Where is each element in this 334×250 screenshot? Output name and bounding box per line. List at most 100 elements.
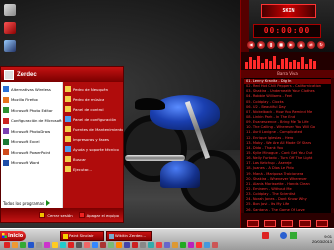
quick-launch-icon[interactable] (68, 242, 74, 248)
quick-launch-icon[interactable] (12, 242, 18, 248)
quick-launch-icon[interactable] (212, 242, 218, 248)
start-button[interactable]: Inicio (0, 231, 26, 241)
left-item[interactable]: Configuración de Microsoft (1, 116, 62, 127)
start-menu-places: Pedro de Neuquén Pedro de música Panel de … (62, 82, 123, 208)
left-item-label: Microsoft Excel (11, 139, 40, 145)
left-item-icon (3, 117, 9, 124)
right-item-icon (65, 116, 71, 122)
tray-red-icon[interactable] (262, 232, 269, 239)
task-button-1[interactable]: Paint Sinclair (60, 231, 104, 241)
playlist-track[interactable]: 26. Santana - The Game Of Love (244, 208, 331, 213)
left-item[interactable]: Alternativas Wireless (1, 84, 62, 95)
quick-launch-icon[interactable] (156, 242, 162, 248)
right-item[interactable]: Fuentes de Mantenimiento (63, 124, 123, 134)
task-button-2[interactable]: Wikitin Zerdec... (106, 231, 152, 241)
taskbar: Inicio Paint Sinclair Wikitin Zerdec... … (0, 228, 334, 250)
right-item[interactable]: Ejecutar... (63, 164, 123, 174)
playlist[interactable]: 01. Lenny Kravitz - Dig In 02. Red Hot Ch… (244, 78, 331, 213)
right-item[interactable]: Pedro de música (63, 94, 123, 104)
playlist-list-button[interactable] (316, 219, 329, 227)
quick-launch-icon[interactable] (60, 242, 66, 248)
prev-button[interactable]: ◀ (247, 41, 255, 49)
quick-launch-icon[interactable] (196, 242, 202, 248)
start-menu-programs: Alternativas Wireless Mozilla Firefox Micr… (1, 82, 62, 208)
quick-launch-icon[interactable] (108, 242, 114, 248)
right-item[interactable]: Pedro de Neuquén (63, 84, 123, 94)
quick-launch-icon[interactable] (116, 242, 122, 248)
quick-launch-icon[interactable] (20, 242, 26, 248)
next-button[interactable]: ▶ (287, 41, 295, 49)
right-item-label: Ayuda y soporte técnico (73, 146, 119, 152)
right-item[interactable]: Buscar (63, 154, 123, 164)
left-item-icon (3, 128, 9, 135)
quick-launch-icon[interactable] (4, 242, 10, 248)
quick-launch-icon[interactable] (148, 242, 154, 248)
play-button[interactable]: ▶ (257, 41, 265, 49)
spectrum-bar (277, 64, 280, 69)
quick-launch-icon[interactable] (180, 242, 186, 248)
left-item-icon (3, 149, 9, 156)
eject-button[interactable]: ▲ (297, 41, 305, 49)
shutdown-button[interactable]: Apagar el equipo (78, 212, 119, 218)
logoff-label: Cerrar sesión (47, 212, 73, 218)
left-item[interactable]: Mozilla Firefox (1, 95, 62, 106)
quick-launch-icon[interactable] (84, 242, 90, 248)
right-item-icon (65, 166, 71, 172)
start-menu-footer: Cerrar sesión Apagar el equipo (1, 208, 123, 222)
left-item-label: Alternativas Wireless (11, 86, 51, 92)
playlist-misc-button[interactable] (298, 219, 311, 227)
tray-network-icon[interactable] (290, 232, 297, 239)
left-item-icon (3, 96, 9, 103)
logoff-button[interactable]: Cerrar sesión (39, 212, 73, 218)
quick-launch-icon[interactable] (76, 242, 82, 248)
playlist-select-button[interactable] (281, 219, 294, 227)
system-clock[interactable]: 9:01 20/03/2013 (312, 234, 332, 244)
left-item[interactable]: Microsoft PhotoDraw (1, 126, 62, 137)
quick-launch-icon[interactable] (172, 242, 178, 248)
right-item-icon (65, 156, 71, 162)
quick-launch-icon[interactable] (124, 242, 130, 248)
playlist-remove-button[interactable] (264, 219, 277, 227)
desktop-icon-2[interactable] (4, 22, 16, 34)
quick-launch-icon[interactable] (188, 242, 194, 248)
quick-launch-icon[interactable] (52, 242, 58, 248)
shuffle-button[interactable]: ⇄ (307, 41, 315, 49)
desktop-icon-1[interactable] (4, 4, 16, 16)
desktop-icon-3[interactable] (4, 40, 16, 52)
quick-launch-icon[interactable] (204, 242, 210, 248)
left-item[interactable]: Microsoft PowerPoint (1, 147, 62, 158)
quick-launch-icon[interactable] (164, 242, 170, 248)
quick-launch-icon[interactable] (44, 242, 50, 248)
right-item[interactable]: Ayuda y soporte técnico (63, 144, 123, 154)
all-programs-button[interactable]: Todos los programas (3, 200, 51, 206)
quick-launch-icon[interactable] (92, 242, 98, 248)
quick-launch-icon[interactable] (36, 242, 42, 248)
left-item[interactable]: Microsoft Photo Editor (1, 105, 62, 116)
left-item-label: Microsoft Word (11, 160, 40, 166)
right-item-label: Panel de control (73, 106, 104, 112)
left-item[interactable]: Microsoft Word (1, 158, 62, 169)
repeat-button[interactable]: ↻ (317, 41, 325, 49)
right-item-icon (65, 86, 71, 92)
quick-launch-icon[interactable] (132, 242, 138, 248)
playlist-add-button[interactable] (246, 219, 259, 227)
clock-date: 20/03/2013 (311, 239, 332, 244)
right-item-label: Buscar (73, 156, 86, 162)
player-transport: ◀ ▶ ❚ ■ ▶ ▲ ⇄ ↻ (247, 41, 325, 49)
right-item[interactable]: Impresoras y faxes (63, 134, 123, 144)
spectrum-bar (301, 57, 304, 69)
tray-volume-icon[interactable] (280, 232, 287, 239)
quick-launch-icon[interactable] (100, 242, 106, 248)
pause-button[interactable]: ❚ (267, 41, 275, 49)
power-icon (78, 212, 85, 218)
task-label-1: Paint Sinclair (69, 233, 94, 238)
left-item[interactable]: Microsoft Excel (1, 137, 62, 148)
quick-launch-icon[interactable] (140, 242, 146, 248)
quick-launch-icon[interactable] (28, 242, 34, 248)
right-item[interactable]: Panel de configuración (63, 114, 123, 124)
stop-button[interactable]: ■ (277, 41, 285, 49)
windows-logo-icon (2, 233, 7, 238)
user-avatar[interactable] (4, 69, 14, 80)
right-item[interactable]: Panel de control (63, 104, 123, 114)
right-item-label: Fuentes de Mantenimiento (73, 126, 123, 132)
